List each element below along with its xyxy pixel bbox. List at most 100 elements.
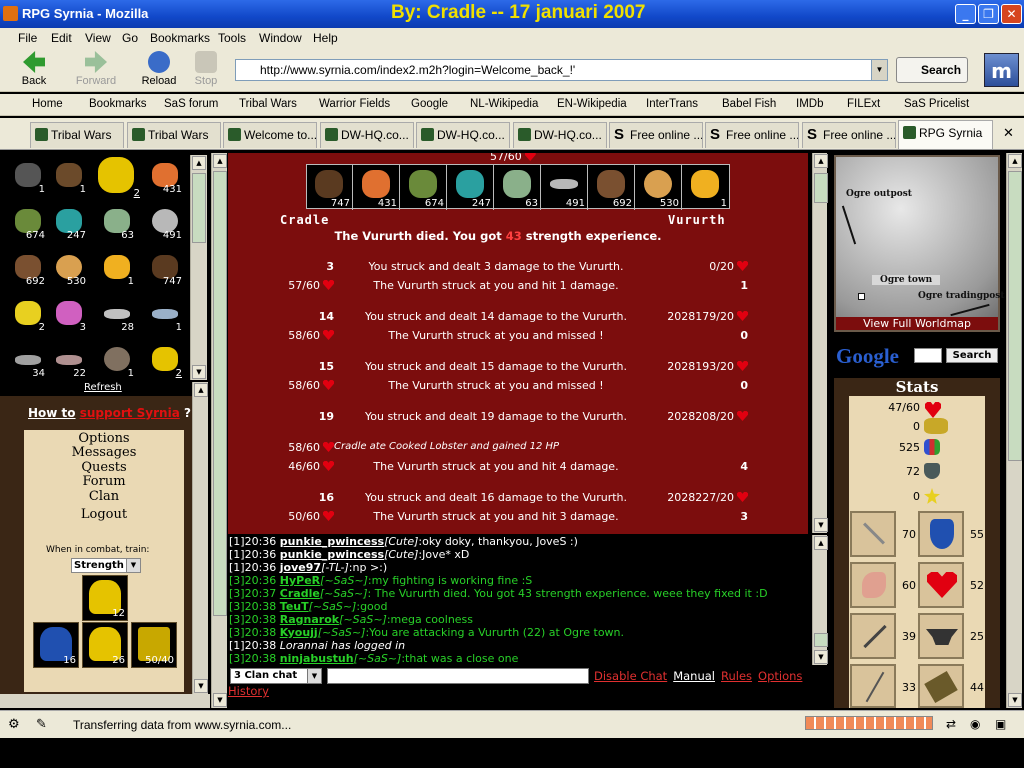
chat-input[interactable] [327, 668, 589, 684]
inventory-item[interactable]: 1 [50, 157, 88, 195]
loot-item[interactable]: 530 [636, 165, 682, 210]
inventory-item[interactable]: 1 [9, 157, 47, 195]
menu-messages[interactable]: Messages [24, 445, 184, 460]
bookmark-sas-pricelist[interactable]: SaS Pricelist [904, 98, 969, 110]
close-tab-icon[interactable]: ✕ [1003, 126, 1014, 141]
refresh-link[interactable]: Refresh [84, 382, 122, 393]
inventory-item[interactable]: 530 [50, 249, 88, 287]
support-banner[interactable]: How to support Syrnia ? [28, 406, 191, 420]
stop-button[interactable]: Stop [180, 51, 232, 89]
menu-bookmarks[interactable]: Bookmarks [150, 31, 210, 45]
search-button[interactable]: Search [896, 57, 968, 83]
scroll-up-icon[interactable]: ▲ [213, 154, 227, 168]
inventory-item[interactable]: 431 [146, 157, 184, 195]
train-skill-select[interactable]: Strength ▼ [71, 558, 141, 573]
scroll-thumb[interactable] [1008, 171, 1022, 461]
tab-tribal-wars-1[interactable]: Tribal Wars [30, 122, 124, 148]
loot-item[interactable]: 247 [448, 165, 494, 210]
menu-view[interactable]: View [85, 31, 111, 45]
minimize-button[interactable]: _ [955, 4, 976, 24]
scroll-down-icon[interactable]: ▼ [814, 650, 828, 664]
skill-woodcutting[interactable] [918, 664, 964, 708]
google-search-input[interactable] [914, 348, 942, 363]
tab-welcome[interactable]: Welcome to... [223, 122, 317, 148]
skill-attack[interactable] [850, 511, 896, 557]
inventory-item[interactable]: 1 [146, 295, 184, 333]
chat-username[interactable]: TeuT [280, 600, 309, 613]
loot-item[interactable]: 692 [589, 165, 635, 210]
menu-quests[interactable]: Quests [24, 460, 184, 475]
equipped-weapon[interactable]: 50/40 [131, 622, 177, 668]
inventory-item[interactable]: 28 [98, 295, 136, 333]
tab-dw-hq-3[interactable]: DW-HQ.co... [513, 122, 607, 148]
options-link[interactable]: Options [758, 669, 802, 683]
chat-username[interactable]: ninjabustuh [280, 652, 354, 665]
menu-forum[interactable]: Forum [24, 474, 184, 489]
left-menu-scrollbar[interactable]: ▲ ▼ [192, 382, 208, 694]
map-label-town[interactable]: Ogre town [872, 275, 941, 285]
equipped-armour[interactable]: 26 [82, 622, 128, 668]
tab-free-online-1[interactable]: S Free online ... [609, 122, 703, 148]
tab-free-online-3[interactable]: S Free online ... [802, 122, 896, 148]
tab-free-online-2[interactable]: S Free online ... [705, 122, 799, 148]
manual-link[interactable]: Manual [673, 669, 715, 683]
chat-username[interactable]: Cradle [280, 587, 320, 600]
combat-scrollbar[interactable]: ▲ ▼ [812, 153, 828, 533]
view-worldmap-link[interactable]: View Full Worldmap [836, 317, 998, 330]
rules-link[interactable]: Rules [721, 669, 752, 683]
scroll-up-icon[interactable]: ▲ [192, 156, 206, 170]
skill-fishing[interactable] [850, 664, 896, 708]
chat-scrollbar[interactable]: ▲ ▼ [812, 535, 828, 665]
bookmark-intertrans[interactable]: InterTrans [646, 98, 698, 110]
inventory-item[interactable]: 747 [146, 249, 184, 287]
bookmark-google[interactable]: Google [411, 98, 448, 110]
skill-strength[interactable] [850, 562, 896, 608]
inventory-item[interactable]: 1 [98, 249, 136, 287]
equipped-shield[interactable]: 16 [33, 622, 79, 668]
forward-button[interactable]: Forward [70, 51, 122, 89]
bookmark-home[interactable]: Home [32, 98, 63, 110]
scroll-down-icon[interactable]: ▼ [213, 693, 227, 707]
menu-clan[interactable]: Clan [24, 489, 184, 504]
bookmark-warrior-fields[interactable]: Warrior Fields [319, 98, 390, 110]
bookmark-sas-forum[interactable]: SaS forum [164, 98, 218, 110]
bookmark-imdb[interactable]: IMDb [796, 98, 823, 110]
scroll-down-icon[interactable]: ▼ [1008, 693, 1022, 707]
loot-item[interactable]: 1 [683, 165, 729, 210]
chat-channel-select[interactable]: 3 Clan chat ▼ [230, 668, 322, 684]
right-scrollbar[interactable]: ▲ ▼ [1006, 153, 1022, 708]
inventory-item[interactable]: 674 [9, 203, 47, 241]
inventory-item[interactable]: 491 [146, 203, 184, 241]
left-horizontal-scrollbar[interactable] [0, 694, 210, 708]
scroll-down-icon[interactable]: ▼ [814, 518, 828, 532]
bookmark-en-wikipedia[interactable]: EN-Wikipedia [557, 98, 627, 110]
tab-rpg-syrnia[interactable]: RPG Syrnia [898, 120, 993, 149]
loot-item[interactable]: 491 [542, 165, 588, 210]
skill-defence[interactable] [918, 511, 964, 557]
chat-username[interactable]: punkie_pwincess [280, 535, 384, 548]
tab-tribal-wars-2[interactable]: Tribal Wars [127, 122, 221, 148]
inventory-item[interactable]: 247 [50, 203, 88, 241]
loot-item[interactable]: 674 [401, 165, 447, 210]
inventory-item[interactable]: 1 [98, 341, 136, 379]
menu-options[interactable]: Options [24, 431, 184, 446]
chat-username[interactable]: Ragnarok [280, 613, 339, 626]
url-input[interactable]: http://www.syrnia.com/index2.m2h?login=W… [235, 59, 888, 81]
scroll-up-icon[interactable]: ▲ [194, 383, 208, 397]
scroll-up-icon[interactable]: ▲ [1008, 154, 1022, 168]
chat-username[interactable]: Kyoujj [280, 626, 318, 639]
maximize-button[interactable]: ❐ [978, 4, 999, 24]
support-link[interactable]: support Syrnia [80, 406, 180, 420]
bookmark-filext[interactable]: FILExt [847, 98, 880, 110]
scroll-up-icon[interactable]: ▲ [814, 536, 828, 550]
bookmark-bookmarks[interactable]: Bookmarks [89, 98, 147, 110]
map-label-trading[interactable]: Ogre tradingpost [918, 291, 1005, 301]
history-link[interactable]: History [228, 684, 269, 698]
skill-mining[interactable] [850, 613, 896, 659]
menu-edit[interactable]: Edit [51, 31, 72, 45]
menu-go[interactable]: Go [122, 31, 138, 45]
scroll-thumb[interactable] [814, 173, 828, 203]
frame-divider-scrollbar[interactable]: ▲ ▼ [211, 153, 227, 708]
scroll-down-icon[interactable]: ▼ [194, 679, 208, 693]
chat-username[interactable]: jove97 [280, 561, 321, 574]
